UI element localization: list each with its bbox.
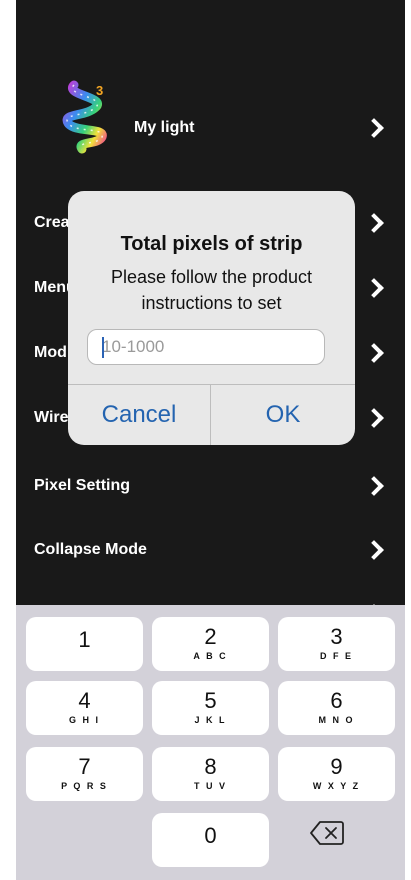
chevron-right-icon [364, 476, 384, 496]
key-digit: 6 [330, 688, 343, 713]
key-1[interactable]: 1 [26, 617, 143, 671]
menu-item-label: Pixel Setting [34, 477, 131, 494]
menu-item-label: Collapse Mode [34, 541, 147, 558]
numeric-keypad: 1 2 A B C 3 D F E 4 G H I 5 J K L 6 M N … [16, 605, 405, 880]
key-8[interactable]: 8 T U V [152, 747, 269, 801]
logo-badge-number: 3 [96, 83, 104, 98]
key-letters: A B C [193, 651, 228, 661]
key-5[interactable]: 5 J K L [152, 681, 269, 735]
key-digit: 4 [78, 688, 91, 713]
text-caret [102, 337, 104, 358]
pixel-count-input[interactable] [87, 329, 325, 365]
key-digit: 1 [78, 627, 91, 652]
light-strip-logo-icon [62, 80, 107, 154]
key-digit: 9 [330, 754, 343, 779]
dialog-title: Total pixels of strip [120, 233, 303, 255]
chevron-right-icon [364, 540, 384, 560]
total-pixels-dialog: Total pixels of strip Please follow the … [68, 191, 355, 445]
key-letters: P Q R S [61, 781, 108, 791]
key-6[interactable]: 6 M N O [278, 681, 395, 735]
menu-item-pixel-setting[interactable]: Pixel Setting [16, 456, 405, 516]
key-letters: G H I [68, 715, 100, 725]
chevron-right-icon [364, 343, 384, 363]
key-digit: 7 [78, 754, 91, 779]
menu-item-collapse-mode[interactable]: Collapse Mode [16, 520, 405, 580]
chevron-right-icon [364, 213, 384, 233]
menu-item-label: Crea [34, 214, 70, 231]
key-0[interactable]: 0 [152, 813, 269, 867]
chevron-right-icon [364, 117, 384, 138]
key-letters: M N O [318, 715, 355, 725]
key-7[interactable]: 7 P Q R S [26, 747, 143, 801]
dialog-message: Please follow the product instructions t… [110, 267, 313, 313]
menu-item-label: Wire [34, 409, 69, 426]
key-digit: 0 [204, 823, 217, 848]
key-letters: T U V [193, 781, 227, 791]
key-letters: J K L [194, 715, 227, 725]
ok-button[interactable]: OK [211, 385, 355, 445]
backspace-icon[interactable] [309, 819, 345, 847]
key-digit: 2 [204, 624, 217, 649]
key-2[interactable]: 2 A B C [152, 617, 269, 671]
key-letters: W X Y Z [312, 781, 361, 791]
cancel-button[interactable]: Cancel [68, 385, 210, 445]
menu-item-label: My light [134, 118, 195, 136]
key-digit: 5 [204, 688, 217, 713]
key-9[interactable]: 9 W X Y Z [278, 747, 395, 801]
key-digit: 8 [204, 754, 217, 779]
key-3[interactable]: 3 D F E [278, 617, 395, 671]
chevron-right-icon [364, 408, 384, 428]
menu-item-my-light[interactable]: 3 My light [16, 80, 405, 160]
key-4[interactable]: 4 G H I [26, 681, 143, 735]
menu-item-label: Mod [34, 344, 67, 361]
chevron-right-icon [364, 278, 384, 298]
key-digit: 3 [330, 624, 343, 649]
key-letters: D F E [319, 651, 353, 661]
